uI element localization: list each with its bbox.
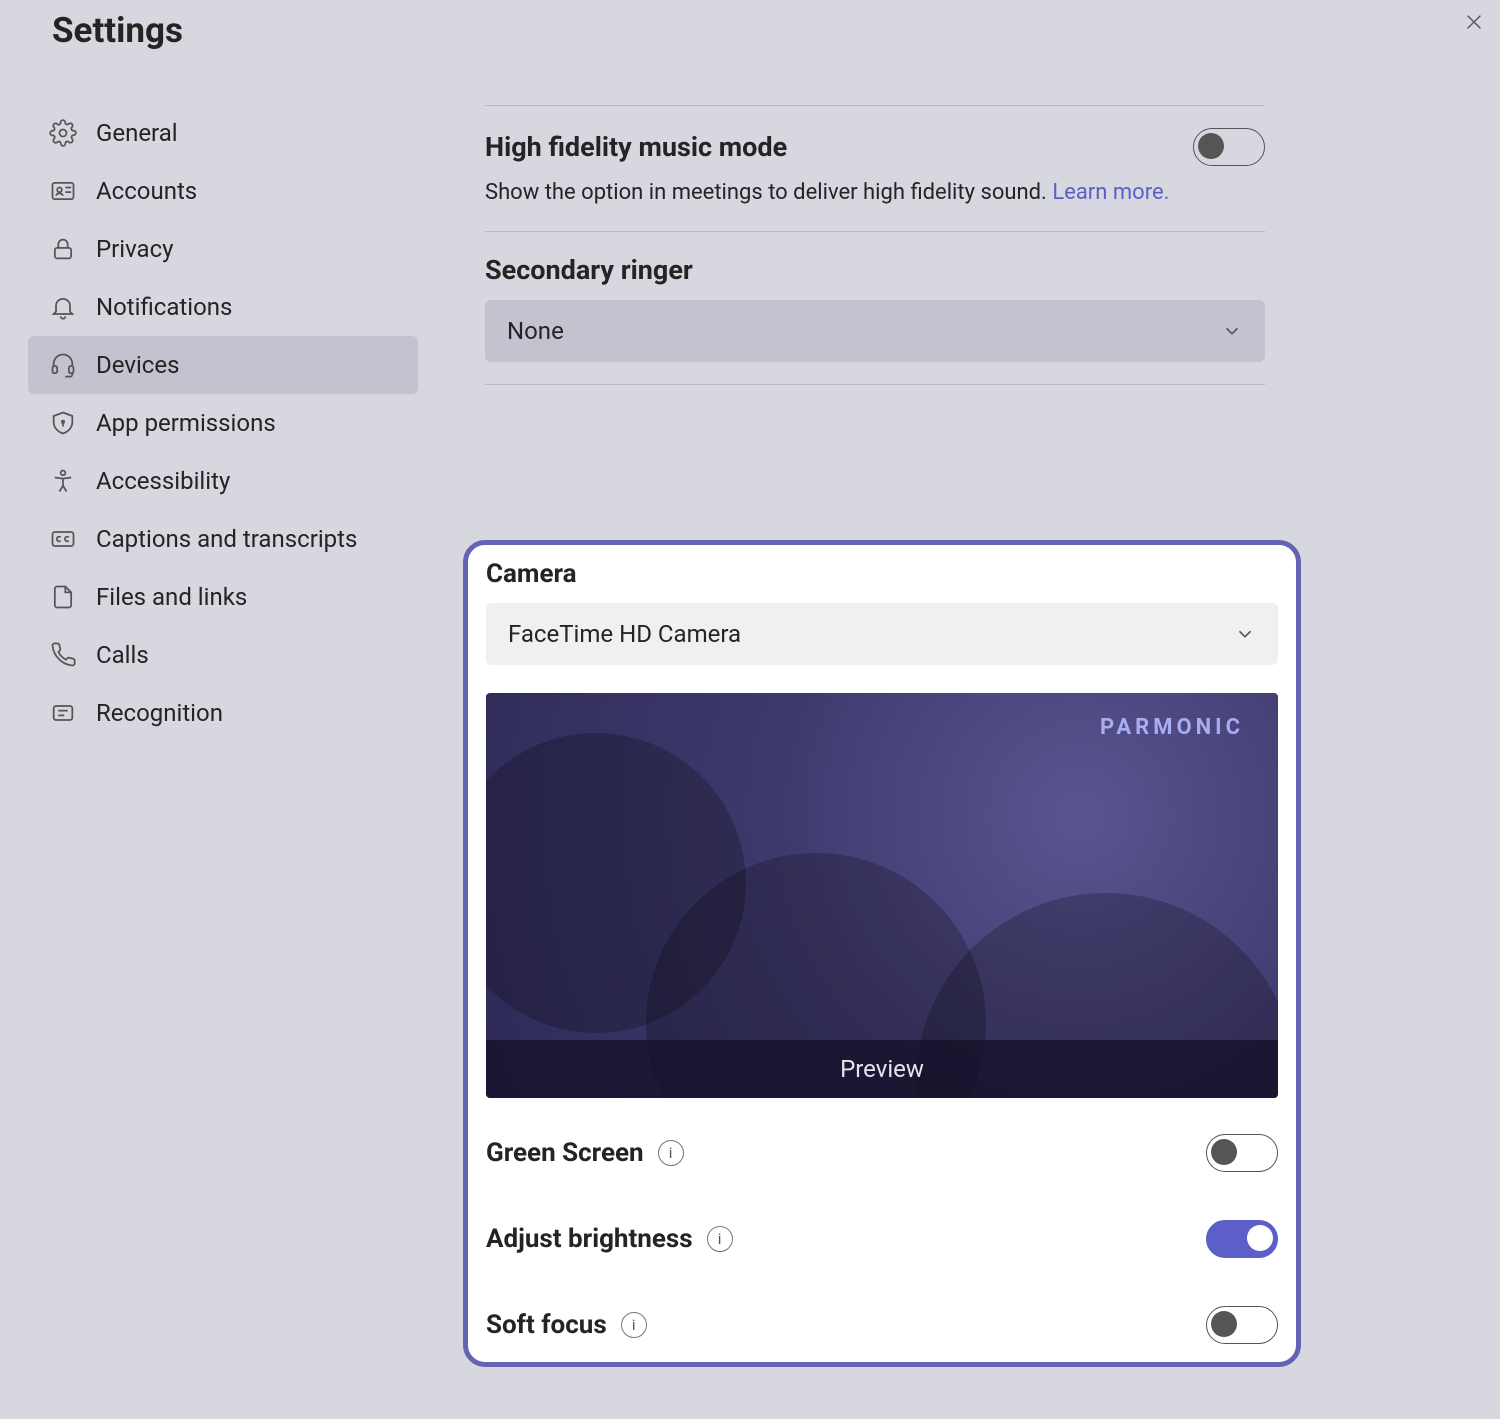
bell-icon bbox=[48, 292, 78, 322]
chevron-down-icon bbox=[1234, 623, 1256, 645]
sidebar-item-label: Calls bbox=[96, 641, 149, 669]
sidebar-item-general[interactable]: General bbox=[28, 104, 418, 162]
info-icon[interactable]: i bbox=[658, 1140, 684, 1166]
sidebar-item-devices[interactable]: Devices bbox=[28, 336, 418, 394]
shield-icon bbox=[48, 408, 78, 438]
sidebar-item-files-links[interactable]: Files and links bbox=[28, 568, 418, 626]
sidebar-item-accounts[interactable]: Accounts bbox=[28, 162, 418, 220]
page-title: Settings bbox=[52, 10, 183, 51]
camera-select[interactable]: FaceTime HD Camera bbox=[486, 603, 1278, 665]
green-screen-label: Green Screen bbox=[486, 1138, 644, 1168]
sidebar-item-accessibility[interactable]: Accessibility bbox=[28, 452, 418, 510]
preview-brand: PARMONIC bbox=[1100, 715, 1244, 740]
sidebar-item-calls[interactable]: Calls bbox=[28, 626, 418, 684]
camera-card: Camera FaceTime HD Camera PARMONIC Previ… bbox=[463, 540, 1301, 1367]
captions-icon bbox=[48, 524, 78, 554]
sidebar-item-label: General bbox=[96, 119, 178, 147]
option-adjust-brightness: Adjust brightness i bbox=[486, 1184, 1278, 1270]
close-icon bbox=[1463, 11, 1485, 37]
recognition-icon bbox=[48, 698, 78, 728]
soft-focus-toggle[interactable] bbox=[1206, 1306, 1278, 1344]
info-icon[interactable]: i bbox=[621, 1312, 647, 1338]
info-icon[interactable]: i bbox=[707, 1226, 733, 1252]
camera-preview: PARMONIC Preview bbox=[486, 693, 1278, 1098]
sidebar-item-privacy[interactable]: Privacy bbox=[28, 220, 418, 278]
sidebar-item-label: Accounts bbox=[96, 177, 197, 205]
soft-focus-label: Soft focus bbox=[486, 1310, 607, 1340]
select-value: None bbox=[507, 317, 564, 345]
file-icon bbox=[48, 582, 78, 612]
sidebar: General Accounts Privacy Notifications D… bbox=[28, 104, 418, 742]
section-music-mode: High fidelity music mode Show the option… bbox=[485, 106, 1265, 231]
adjust-brightness-label: Adjust brightness bbox=[486, 1224, 693, 1254]
divider bbox=[485, 384, 1265, 385]
gear-icon bbox=[48, 118, 78, 148]
learn-more-link[interactable]: Learn more. bbox=[1052, 180, 1169, 205]
phone-icon bbox=[48, 640, 78, 670]
sidebar-item-label: Accessibility bbox=[96, 467, 230, 495]
lock-icon bbox=[48, 234, 78, 264]
camera-title: Camera bbox=[486, 559, 1278, 589]
content: High fidelity music mode Show the option… bbox=[485, 105, 1265, 385]
close-button[interactable] bbox=[1456, 6, 1492, 42]
music-mode-title: High fidelity music mode bbox=[485, 131, 787, 163]
secondary-ringer-select[interactable]: None bbox=[485, 300, 1265, 362]
green-screen-toggle[interactable] bbox=[1206, 1134, 1278, 1172]
sidebar-item-app-permissions[interactable]: App permissions bbox=[28, 394, 418, 452]
secondary-ringer-title: Secondary ringer bbox=[485, 254, 1265, 286]
select-value: FaceTime HD Camera bbox=[508, 620, 741, 648]
sidebar-item-recognition[interactable]: Recognition bbox=[28, 684, 418, 742]
sidebar-item-captions-transcripts[interactable]: Captions and transcripts bbox=[28, 510, 418, 568]
sidebar-item-label: Privacy bbox=[96, 235, 174, 263]
sidebar-item-label: App permissions bbox=[96, 409, 276, 437]
preview-label: Preview bbox=[486, 1040, 1278, 1098]
adjust-brightness-toggle[interactable] bbox=[1206, 1220, 1278, 1258]
sidebar-item-label: Recognition bbox=[96, 699, 223, 727]
option-soft-focus: Soft focus i bbox=[486, 1270, 1278, 1344]
music-mode-toggle[interactable] bbox=[1193, 128, 1265, 166]
music-mode-desc: Show the option in meetings to deliver h… bbox=[485, 178, 1265, 209]
id-card-icon bbox=[48, 176, 78, 206]
sidebar-item-label: Files and links bbox=[96, 583, 247, 611]
sidebar-item-notifications[interactable]: Notifications bbox=[28, 278, 418, 336]
section-secondary-ringer: Secondary ringer None bbox=[485, 232, 1265, 384]
headset-icon bbox=[48, 350, 78, 380]
chevron-down-icon bbox=[1221, 320, 1243, 342]
option-green-screen: Green Screen i bbox=[486, 1098, 1278, 1184]
sidebar-item-label: Notifications bbox=[96, 293, 232, 321]
sidebar-item-label: Devices bbox=[96, 351, 179, 379]
accessibility-icon bbox=[48, 466, 78, 496]
sidebar-item-label: Captions and transcripts bbox=[96, 525, 357, 553]
